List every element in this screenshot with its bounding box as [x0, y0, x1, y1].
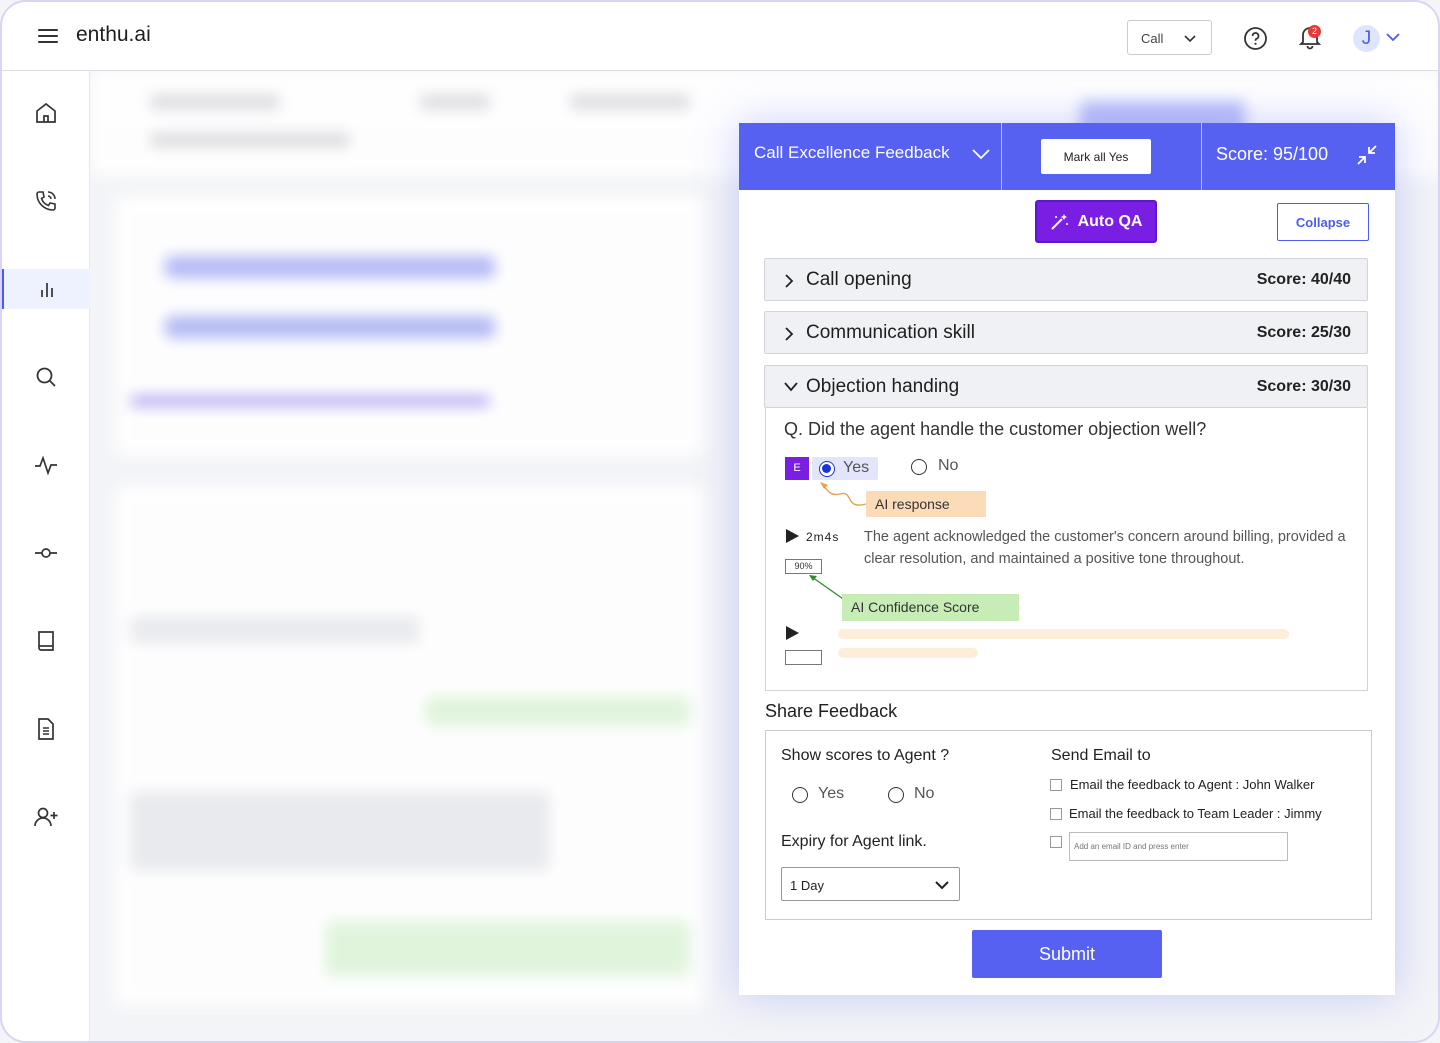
section-title: Communication skill [806, 322, 975, 343]
ai-confidence-tag: AI Confidence Score [842, 594, 1019, 621]
analytics-icon [41, 283, 53, 297]
section-score: Score: 30/30 [1256, 378, 1351, 395]
call-excellence-feedback-panel: Call Excellence Feedback Mark all Yes Sc… [739, 123, 1395, 995]
show-scores-no-radio[interactable] [888, 787, 904, 803]
show-scores-yes-radio[interactable] [792, 787, 808, 803]
loading-skeleton [838, 629, 1289, 639]
expiry-select[interactable]: 1 Day [781, 867, 960, 901]
header-divider [1201, 123, 1202, 190]
home-icon [36, 102, 56, 123]
sidebar-item-search[interactable] [2, 357, 90, 397]
top-bar: enthu.ai Call 2 J [2, 2, 1438, 71]
magic-wand-icon [1050, 213, 1068, 230]
ai-response-tag: AI response [866, 491, 986, 517]
sidebar-item-integrations[interactable] [2, 533, 90, 573]
show-scores-no-label: No [914, 785, 935, 802]
submit-button[interactable]: Submit [972, 930, 1162, 978]
timecode: 2m4s [806, 530, 840, 544]
user-avatar[interactable]: J [1353, 25, 1380, 52]
phone-icon [36, 191, 56, 211]
chevron-down-icon[interactable] [1385, 31, 1401, 43]
minimize-icon[interactable] [1355, 143, 1379, 167]
play-icon[interactable] [786, 626, 799, 640]
chevron-down-icon [935, 881, 949, 890]
section-score: Score: 40/40 [1256, 271, 1351, 288]
book-icon [38, 631, 54, 651]
chevron-down-icon[interactable] [971, 147, 991, 161]
header-divider [1001, 123, 1002, 190]
activity-icon [35, 455, 57, 476]
sidebar-item-reports[interactable] [2, 709, 90, 749]
email-input[interactable] [1069, 832, 1288, 861]
document-icon [38, 718, 54, 740]
sidebar-item-home[interactable] [2, 93, 90, 133]
add-user-icon [34, 807, 58, 827]
evaluator-badge: E [785, 457, 809, 480]
search-icon [36, 367, 56, 387]
section-objection-handing[interactable]: Objection handing Score: 30/30 [764, 365, 1368, 408]
sidebar [2, 71, 90, 1041]
play-icon[interactable] [786, 529, 799, 543]
hamburger-menu-icon[interactable] [38, 29, 58, 44]
share-feedback-title: Share Feedback [765, 701, 898, 721]
show-scores-yes-label: Yes [818, 785, 845, 802]
show-scores-label: Show scores to Agent ? [781, 747, 950, 764]
ai-response-text: The agent acknowledged the customer's co… [864, 529, 1346, 567]
expiry-label: Expiry for Agent link. [781, 833, 927, 850]
auto-qa-button[interactable]: Auto QA [1035, 200, 1157, 243]
auto-qa-label: Auto QA [1077, 212, 1143, 230]
loading-skeleton [838, 648, 978, 658]
share-feedback-card: Show scores to Agent ? Yes No Expiry for… [765, 730, 1372, 920]
confidence-score: 90% [785, 559, 822, 574]
total-score: Score: 95/100 [1216, 144, 1329, 164]
notification-badge: 2 [1308, 25, 1321, 38]
section-title: Call opening [806, 269, 912, 290]
sidebar-item-analytics[interactable] [2, 269, 90, 309]
sidebar-item-library[interactable] [2, 621, 90, 661]
chevron-right-icon [785, 327, 794, 341]
panel-title[interactable]: Call Excellence Feedback [754, 143, 950, 163]
chevron-down-icon [784, 382, 798, 392]
expiry-value: 1 Day [790, 878, 824, 893]
sidebar-item-add-user[interactable] [2, 797, 90, 837]
question-card: Q. Did the agent handle the customer obj… [765, 408, 1368, 691]
sidebar-item-calls[interactable] [2, 181, 90, 221]
commit-icon [35, 548, 57, 558]
no-label: No [938, 457, 959, 474]
app-frame: enthu.ai Call 2 J Call Excellence Feedba… [0, 0, 1440, 1043]
chevron-down-icon [1184, 35, 1196, 43]
no-radio[interactable] [911, 459, 927, 475]
help-icon[interactable] [1243, 26, 1268, 51]
panel-header: Call Excellence Feedback Mark all Yes Sc… [739, 123, 1395, 190]
email-agent-checkbox[interactable] [1050, 779, 1062, 791]
section-call-opening[interactable]: Call opening Score: 40/40 [764, 258, 1368, 301]
email-lead-checkbox[interactable] [1050, 808, 1062, 820]
section-communication-skill[interactable]: Communication skill Score: 25/30 [764, 311, 1368, 354]
email-lead-label: Email the feedback to Team Leader : Jimm… [1069, 806, 1322, 821]
collapse-button[interactable]: Collapse [1277, 203, 1369, 241]
brand-logo: enthu.ai [76, 23, 151, 46]
yes-label: Yes [843, 459, 870, 476]
call-type-value: Call [1141, 31, 1164, 46]
section-title: Objection handing [806, 376, 960, 397]
email-agent-label: Email the feedback to Agent : John Walke… [1070, 777, 1315, 792]
question-text: Q. Did the agent handle the customer obj… [784, 419, 1207, 439]
send-email-label: Send Email to [1051, 747, 1151, 764]
call-type-select[interactable]: Call [1127, 20, 1212, 55]
sidebar-item-activity[interactable] [2, 445, 90, 485]
custom-email-checkbox[interactable] [1050, 836, 1062, 848]
chevron-right-icon [785, 274, 794, 288]
section-score: Score: 25/30 [1256, 324, 1351, 341]
mark-all-yes-button[interactable]: Mark all Yes [1041, 139, 1151, 174]
confidence-score-placeholder [785, 650, 822, 665]
ai-response-arrow-icon [820, 482, 867, 506]
yes-radio[interactable] [819, 461, 835, 477]
